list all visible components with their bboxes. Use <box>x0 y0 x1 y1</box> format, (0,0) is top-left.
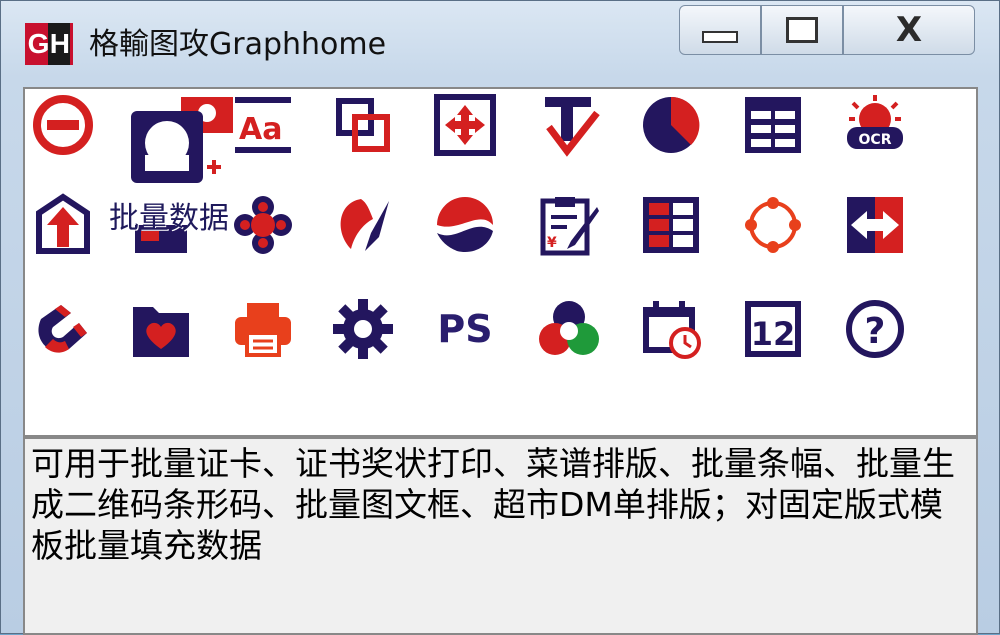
title-bar[interactable]: GH 格輸图攻Graphhome X <box>1 1 1000 87</box>
description-panel: 可用于批量证卡、证书奖状打印、菜谱排版、批量条幅、批量生成二维码条形码、批量图文… <box>23 437 978 635</box>
upload-arrow-icon[interactable] <box>31 193 95 257</box>
help-icon[interactable]: ? <box>843 297 907 361</box>
page-number-icon[interactable]: 12 <box>741 297 805 361</box>
maximize-icon <box>786 17 818 43</box>
maximize-button[interactable] <box>761 5 843 55</box>
table-icon[interactable] <box>741 93 805 157</box>
minimize-icon <box>702 31 738 43</box>
ocr-sun-icon[interactable]: OCR <box>843 93 907 157</box>
svg-text:?: ? <box>865 311 886 352</box>
layers-icon[interactable] <box>331 93 395 157</box>
calendar-clock-icon[interactable] <box>639 297 703 361</box>
heart-folder-icon[interactable] <box>129 297 193 361</box>
magnet-icon[interactable] <box>31 297 95 361</box>
minimize-button[interactable] <box>679 5 761 55</box>
app-logo: GH <box>25 23 73 65</box>
batch-data-tooltip: 批量数据 <box>109 201 229 236</box>
app-window: GH 格輸图攻Graphhome X Aa OCR ¥ PS 12 ? 批量数据… <box>0 0 1000 635</box>
pie-chart-icon[interactable] <box>639 93 703 157</box>
color-circles-icon[interactable] <box>537 297 601 361</box>
close-icon: X <box>895 10 923 50</box>
grid-blocks-icon[interactable] <box>639 193 703 257</box>
leaf-pen-icon[interactable] <box>331 193 395 257</box>
settings-gear-icon[interactable] <box>331 297 395 361</box>
description-text: 可用于批量证卡、证书奖状打印、菜谱排版、批量条幅、批量生成二维码条形码、批量图文… <box>31 444 955 565</box>
window-title: 格輸图攻Graphhome <box>89 27 387 62</box>
svg-text:¥: ¥ <box>547 235 557 251</box>
wave-logo-icon[interactable] <box>433 193 497 257</box>
clipboard-edit-icon[interactable]: ¥ <box>537 193 601 257</box>
svg-text:12: 12 <box>751 315 796 353</box>
ring-dots-icon[interactable] <box>741 193 805 257</box>
svg-text:OCR: OCR <box>859 132 892 148</box>
photoshop-ps-icon[interactable]: PS <box>433 297 497 361</box>
printer-icon[interactable] <box>231 297 295 361</box>
swap-arrows-icon[interactable] <box>843 193 907 257</box>
close-button[interactable]: X <box>843 5 975 55</box>
text-check-icon[interactable] <box>537 93 601 157</box>
move-arrows-icon[interactable] <box>433 93 497 157</box>
no-entry-icon[interactable] <box>31 93 95 157</box>
